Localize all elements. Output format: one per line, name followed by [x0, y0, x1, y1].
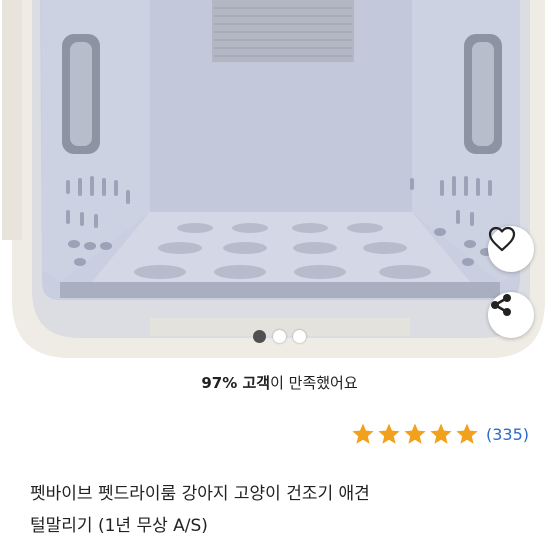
star-icon: [378, 423, 400, 444]
pet-dryer-illustration: [0, 0, 545, 358]
review-count-link[interactable]: (335): [486, 425, 529, 444]
product-title-line: 펫바이브 펫드라이룸 강아지 고양이 건조기 애견: [30, 484, 370, 504]
satisfaction-text: 97% 고객이 만족했어요: [0, 372, 559, 393]
satisfaction-rest: 이 만족했어요: [270, 374, 358, 392]
star-icon: [404, 423, 426, 444]
star-icon: [430, 423, 452, 444]
product-title-line: 털말리기 (1년 무상 A/S): [30, 516, 208, 536]
share-icon: [491, 294, 511, 316]
rating-summary[interactable]: (335): [351, 422, 529, 446]
satisfaction-percent: 97% 고객: [201, 374, 271, 392]
product-title: 펫바이브 펫드라이룸 강아지 고양이 건조기 애견 털말리기 (1년 무상 A/…: [30, 478, 530, 542]
carousel-dot[interactable]: [273, 330, 286, 343]
star-icon: [456, 423, 478, 444]
carousel-dot[interactable]: [253, 330, 266, 343]
carousel-indicator: [0, 330, 559, 343]
star-icon: [352, 423, 374, 444]
heart-outline-icon: [488, 226, 516, 252]
carousel-dot[interactable]: [293, 330, 306, 343]
product-image[interactable]: [0, 0, 559, 362]
wishlist-button[interactable]: [488, 226, 534, 272]
